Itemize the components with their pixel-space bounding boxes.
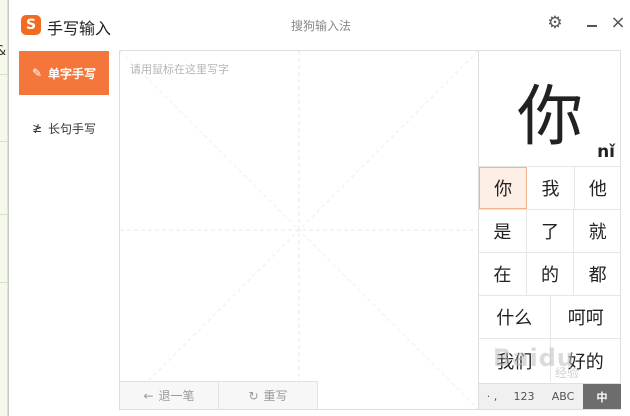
- candidate-item[interactable]: 的: [527, 253, 575, 295]
- app-title: 手写输入: [47, 19, 112, 38]
- background-window-edge: &: [0, 0, 8, 416]
- candidate-item[interactable]: 就: [574, 210, 621, 252]
- pad-hint: 请用鼠标在这里写字: [130, 63, 229, 76]
- pad-guide-lines: [120, 51, 478, 409]
- candidate-item[interactable]: 我: [527, 167, 575, 209]
- candidate-item[interactable]: 你: [479, 167, 528, 209]
- minimize-icon[interactable]: [583, 14, 601, 32]
- candidate-row: 你 我 他: [479, 167, 621, 210]
- candidate-item[interactable]: 是: [479, 210, 527, 252]
- candidate-item[interactable]: 我们: [479, 339, 551, 382]
- candidate-grid: 你 我 他 是 了 就 在 的 都 什么 呵呵 我们 好的: [479, 167, 621, 382]
- undo-stroke-button[interactable]: ← 退一笔: [120, 382, 219, 409]
- rewrite-label: 重写: [263, 389, 288, 403]
- title-bar[interactable]: S 手写输入 搜狗输入法 ⚙ ×: [9, 0, 630, 46]
- candidate-row: 是 了 就: [479, 210, 621, 253]
- mode-single-char-button[interactable]: ✎ 单字手写: [19, 51, 109, 95]
- undo-stroke-label: 退一笔: [158, 389, 195, 403]
- candidate-row: 什么 呵呵: [479, 296, 621, 339]
- arrow-left-icon: ←: [143, 388, 154, 403]
- pen-edit-icon: ✎: [31, 66, 43, 80]
- mode-single-char-label: 单字手写: [48, 66, 97, 81]
- english-keyboard-button[interactable]: ABC: [543, 384, 583, 409]
- background-text: &: [0, 44, 6, 59]
- sentence-icon: ≱: [31, 121, 43, 135]
- candidate-row: 我们 好的: [479, 339, 621, 382]
- mode-long-sentence-button[interactable]: ≱ 长句手写: [19, 106, 109, 150]
- candidate-item[interactable]: 都: [574, 253, 621, 295]
- background-divider: [0, 74, 8, 75]
- mode-long-sentence-label: 长句手写: [48, 121, 97, 136]
- punctuation-toggle[interactable]: · ,: [479, 384, 505, 409]
- background-divider: [0, 214, 8, 215]
- handwriting-window: S 手写输入 搜狗输入法 ⚙ × ✎ 单字手写 ≱ 长句手写 请用鼠标在这里写字…: [8, 0, 630, 416]
- close-icon[interactable]: ×: [609, 14, 627, 32]
- pad-actions: ← 退一笔 ↻ 重写: [120, 381, 318, 409]
- chinese-mode-button[interactable]: 中: [583, 384, 621, 409]
- char-preview: 你 nǐ: [479, 51, 621, 167]
- candidate-item[interactable]: 在: [479, 253, 527, 295]
- background-divider: [0, 141, 8, 142]
- ime-name: 搜狗输入法: [291, 19, 352, 33]
- sogou-logo-icon: S: [21, 15, 41, 35]
- number-keyboard-button[interactable]: 123: [505, 384, 543, 409]
- candidate-panel: 你 nǐ 你 我 他 是 了 就 在 的 都 什么 呵呵 我们 好的 · , 1…: [479, 50, 621, 410]
- candidate-item[interactable]: 了: [527, 210, 575, 252]
- candidate-item[interactable]: 什么: [479, 296, 551, 338]
- candidate-item[interactable]: 呵呵: [551, 296, 622, 338]
- handwriting-pad[interactable]: 请用鼠标在这里写字 ← 退一笔 ↻ 重写: [119, 50, 479, 410]
- candidate-item[interactable]: 好的: [551, 339, 622, 382]
- candidate-item[interactable]: 他: [575, 167, 621, 209]
- rewrite-button[interactable]: ↻ 重写: [219, 382, 318, 409]
- ime-status-bar: · , 123 ABC 中: [479, 383, 621, 409]
- preview-pinyin: nǐ: [597, 142, 615, 162]
- candidate-row: 在 的 都: [479, 253, 621, 296]
- background-divider: [0, 282, 8, 283]
- gear-icon[interactable]: ⚙: [546, 14, 564, 32]
- refresh-icon: ↻: [248, 388, 259, 403]
